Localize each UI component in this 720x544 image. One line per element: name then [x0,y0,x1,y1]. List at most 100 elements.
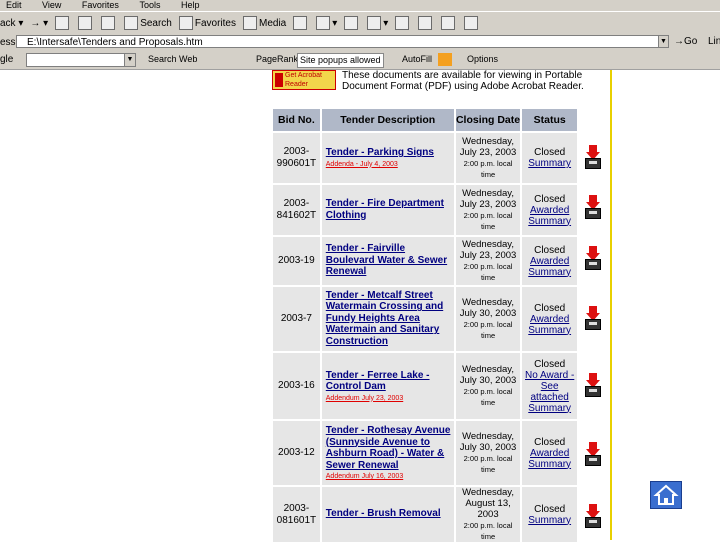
bid-number: 2003-990601T [271,131,322,185]
tender-description: Tender - Fire Department Clothing [319,183,456,237]
header-status: Status [520,107,579,133]
address-dropdown-icon[interactable]: ▼ [658,35,669,48]
menu-favorites[interactable]: Favorites [82,0,119,10]
table-row: 2003-16 Tender - Ferree Lake - Control D… [271,351,579,421]
status: Closed Awarded Summary [520,285,579,353]
pdf-download-icon[interactable] [583,504,603,528]
pagerank-button[interactable]: PageRank [254,53,300,66]
back-button[interactable]: ack ▾ [0,18,23,29]
refresh-icon[interactable] [78,16,94,30]
closing-date: Wednesday, July 30, 2003 2:00 p.m. local … [453,351,523,421]
options-button[interactable]: Options [465,53,500,66]
menu-tools[interactable]: Tools [139,0,160,10]
header-closing-date: Closing Date [453,107,523,133]
address-label: ess [0,37,16,48]
autofill-button[interactable]: AutoFill [400,53,434,66]
history-icon[interactable] [293,16,309,30]
research-icon[interactable] [441,16,457,30]
pdf-download-icon[interactable] [583,442,603,466]
address-input[interactable]: E:\Intersafe\Tenders and Proposals.htm [16,35,668,48]
address-bar: ess E:\Intersafe\Tenders and Proposals.h… [0,34,720,52]
status: Closed Awarded Summary [520,235,579,287]
status: Closed Summary [520,131,579,185]
bid-number: 2003-12 [271,419,322,487]
bid-number: 2003-841602T [271,183,322,237]
search-button[interactable]: Search [124,16,172,30]
mail-icon[interactable]: ▾ [316,16,337,30]
media-button[interactable]: Media [243,16,286,30]
page-content: Get Acrobat Reader These documents are a… [0,70,720,544]
status: Closed Awarded Summary [520,183,579,237]
status: Closed Summary [520,485,579,544]
header-bid-no: Bid No. [271,107,322,133]
table-row: 2003-7 Tender - Metcalf Street Watermain… [271,285,579,353]
pdf-download-icon[interactable] [583,195,603,219]
table-row: 2003-990601T Tender - Parking Signs Adden… [271,131,579,185]
google-search-input[interactable] [26,53,136,67]
table-row: 2003-841602T Tender - Fire Department Cl… [271,183,579,237]
edit-icon[interactable]: ▾ [367,16,388,30]
get-acrobat-reader-badge[interactable]: Get Acrobat Reader [272,70,336,90]
closing-date: Wednesday, July 23, 2003 2:00 p.m. local … [453,183,523,237]
pdf-download-icon[interactable] [583,145,603,169]
favorites-icon [178,16,193,30]
status-link[interactable]: Summary [528,515,571,526]
tender-description: Tender - Rothesay Avenue (Sunnyside Aven… [319,419,456,487]
pdf-download-icon[interactable] [583,306,603,330]
tender-link[interactable]: Tender - Metcalf Street Watermain Crossi… [326,290,443,347]
messenger-icon[interactable] [418,16,434,30]
status-link[interactable]: Awarded Summary [528,256,571,278]
forward-button[interactable]: → ▾ [30,18,48,29]
addendum-link[interactable]: Addendum July 16, 2003 [326,472,454,481]
status-link[interactable]: No Award - See attached Summary [525,370,574,414]
discuss-icon[interactable] [395,16,411,30]
home-icon [653,484,679,505]
closing-date: Wednesday, July 30, 2003 2:00 p.m. local … [453,285,523,353]
tender-description: Tender - Ferree Lake - Control Dam Addend… [319,351,456,421]
go-button[interactable]: →Go [674,36,697,47]
menu-view[interactable]: View [42,0,61,10]
search-web-button[interactable]: Search Web [146,53,199,66]
menu-edit[interactable]: Edit [6,0,22,10]
status: Closed Awarded Summary [520,419,579,487]
search-icon [124,16,139,30]
intro-text: These documents are available for viewin… [342,70,584,92]
blogger-icon[interactable] [438,53,452,66]
popup-blocker-button[interactable]: Site popups allowed [297,53,384,68]
tender-link[interactable]: Tender - Fairville Boulevard Water & Sew… [326,243,447,277]
tender-description: Tender - Parking Signs Addenda - July 4, … [319,131,456,185]
google-logo[interactable]: gle [0,54,13,65]
tenders-table: Bid No. Tender Description Closing Date … [271,107,579,544]
status-link[interactable]: Awarded Summary [528,448,571,470]
status-link[interactable]: Awarded Summary [528,314,571,336]
pdf-download-icon[interactable] [583,373,603,397]
tender-description: Tender - Metcalf Street Watermain Crossi… [319,285,456,353]
status-link[interactable]: Summary [528,158,571,169]
tender-link[interactable]: Tender - Rothesay Avenue (Sunnyside Aven… [326,425,451,471]
table-header-row: Bid No. Tender Description Closing Date … [271,107,579,133]
tender-link[interactable]: Tender - Parking Signs [326,147,434,158]
tender-link[interactable]: Tender - Ferree Lake - Control Dam [326,370,430,393]
home-toolbar-icon[interactable] [101,16,117,30]
header-tender-description: Tender Description [319,107,456,133]
tender-link[interactable]: Tender - Fire Department Clothing [326,198,444,221]
links-button[interactable]: Lin [708,36,720,47]
favorites-button[interactable]: Favorites [178,16,236,30]
home-button[interactable] [650,481,682,509]
bid-number: 2003-16 [271,351,322,421]
status-link[interactable]: Awarded Summary [528,205,571,227]
closing-date: Wednesday, August 13, 2003 2:00 p.m. loca… [453,485,523,544]
status: Closed No Award - See attached Summary [520,351,579,421]
google-search-dropdown-icon[interactable]: ▼ [124,53,136,67]
stop-icon[interactable] [55,16,71,30]
translate-icon[interactable] [464,16,480,30]
table-row: 2003-081601T Tender - Brush Removal Wedn… [271,485,579,544]
tender-link[interactable]: Tender - Brush Removal [326,508,441,519]
pdf-download-icon[interactable] [583,246,603,270]
menu-help[interactable]: Help [181,0,200,10]
standard-toolbar: ack ▾ → ▾ Search Favorites Media ▾ ▾ [0,12,720,35]
print-icon[interactable] [344,16,360,30]
addendum-link[interactable]: Addenda - July 4, 2003 [326,160,454,169]
acrobat-icon [275,73,283,87]
addendum-link[interactable]: Addendum July 23, 2003 [326,394,454,403]
